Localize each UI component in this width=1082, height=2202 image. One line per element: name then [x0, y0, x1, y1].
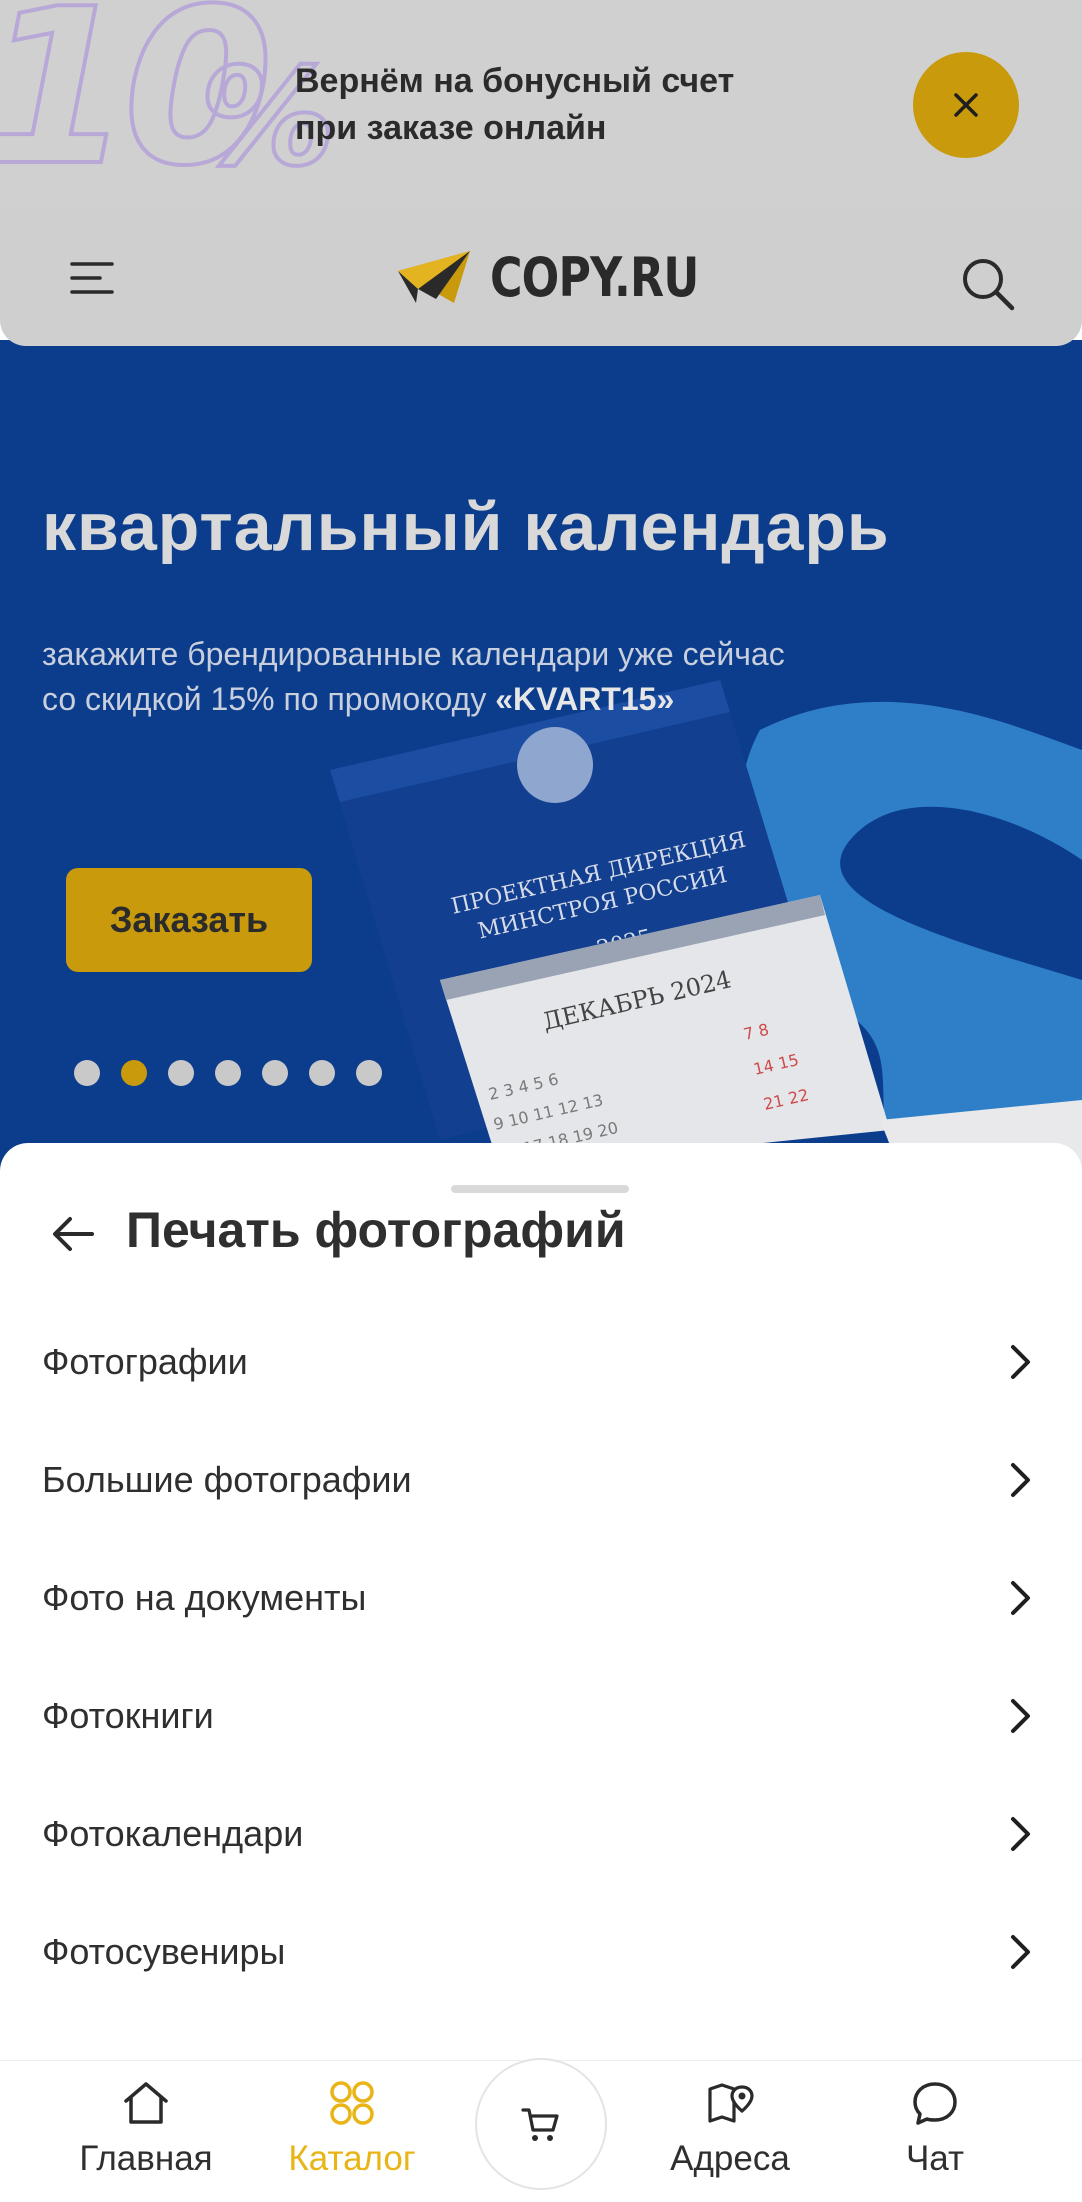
carousel-dots [74, 1060, 382, 1086]
carousel-dot[interactable] [356, 1060, 382, 1086]
banner-subtitle-line-2: со скидкой 15% по промокоду «KVART15» [42, 677, 785, 722]
tab-label: Главная [79, 2139, 213, 2178]
chevron-right-icon [1011, 1581, 1030, 1615]
chevron-right-icon [1011, 1699, 1030, 1733]
home-icon [124, 2082, 168, 2124]
tab-label: Адреса [670, 2139, 790, 2178]
category-item-document-photos[interactable]: Фото на документы [0, 1539, 1082, 1657]
carousel-dot[interactable] [215, 1060, 241, 1086]
sheet-title: Печать фотографий [126, 1202, 626, 1258]
banner-subtitle: закажите брендированные календари уже се… [42, 632, 785, 722]
category-item-large-photos[interactable]: Большие фотографии [0, 1421, 1082, 1539]
cart-button[interactable] [475, 2058, 607, 2190]
promo-code: «KVART15» [495, 681, 675, 717]
promo-line-2: при заказе онлайн [295, 109, 607, 147]
logo-text: COPY.RU [490, 245, 699, 309]
catalog-grid-icon [330, 2081, 374, 2125]
tab-label: Чат [905, 2139, 965, 2178]
catalog-sheet: Печать фотографий Фотографии Большие фот… [0, 1143, 1082, 2063]
chevron-right-icon [1011, 1817, 1030, 1851]
category-label: Фотокалендари [42, 1813, 304, 1854]
category-item-photo-souvenirs[interactable]: Фотосувениры [0, 1893, 1082, 2011]
category-item-photo-calendars[interactable]: Фотокалендари [0, 1775, 1082, 1893]
chevron-right-icon [1011, 1345, 1030, 1379]
category-label: Фотографии [42, 1341, 248, 1382]
carousel-dot[interactable] [309, 1060, 335, 1086]
promo-line-1: Вернём на бонусный счет [295, 62, 735, 100]
tab-chat[interactable]: Чат [880, 2061, 990, 2202]
promo-strip[interactable]: 10 % Вернём на бонусный счет при заказе … [0, 0, 1082, 210]
cart-icon [521, 2108, 559, 2141]
category-item-photos[interactable]: Фотографии [0, 1303, 1082, 1421]
chat-bubble-icon [913, 2082, 957, 2125]
carousel-dot[interactable] [74, 1060, 100, 1086]
category-label: Большие фотографии [42, 1459, 412, 1500]
carousel-dot-active[interactable] [121, 1060, 147, 1086]
calendar-illustration: ПРОЕКТНАЯ ДИРЕКЦИЯ МИНСТРОЯ РОССИИ 2025 … [330, 680, 1082, 1170]
promo-banner[interactable]: ПРОЕКТНАЯ ДИРЕКЦИЯ МИНСТРОЯ РОССИИ 2025 … [0, 340, 1082, 1170]
carousel-dot[interactable] [168, 1060, 194, 1086]
banner-subtitle-line-1: закажите брендированные календари уже се… [42, 636, 785, 672]
logo[interactable]: COPY.RU [396, 245, 744, 309]
menu-icon[interactable] [68, 254, 116, 302]
promo-close-button[interactable] [913, 52, 1019, 158]
back-arrow-icon[interactable] [48, 1209, 98, 1259]
category-list: Фотографии Большие фотографии Фото на до… [0, 1303, 1082, 2011]
banner-subtitle-prefix: со скидкой 15% по промокоду [42, 681, 496, 717]
promo-text: Вернём на бонусный счет при заказе онлай… [295, 58, 734, 152]
tab-addresses[interactable]: Адреса [652, 2061, 808, 2202]
sheet-drag-handle[interactable] [451, 1185, 629, 1193]
tab-catalog[interactable]: Каталог [262, 2061, 442, 2202]
chevron-right-icon [1011, 1463, 1030, 1497]
map-pin-icon [708, 2083, 754, 2123]
category-item-photobooks[interactable]: Фотокниги [0, 1657, 1082, 1775]
category-label: Фотокниги [42, 1695, 214, 1736]
category-label: Фото на документы [42, 1577, 367, 1618]
order-button[interactable]: Заказать [66, 868, 312, 972]
tab-home[interactable]: Главная [54, 2061, 238, 2202]
close-icon [954, 93, 978, 117]
app-screen: 10 % Вернём на бонусный счет при заказе … [0, 0, 1082, 2202]
category-label: Фотосувениры [42, 1931, 286, 1972]
tab-label: Каталог [288, 2139, 416, 2178]
paper-plane-logo-icon [398, 251, 470, 303]
search-icon[interactable] [958, 254, 1018, 314]
top-header: COPY.RU [0, 210, 1082, 346]
chevron-right-icon [1011, 1935, 1030, 1969]
carousel-dot[interactable] [262, 1060, 288, 1086]
banner-title: квартальный календарь [42, 489, 890, 565]
